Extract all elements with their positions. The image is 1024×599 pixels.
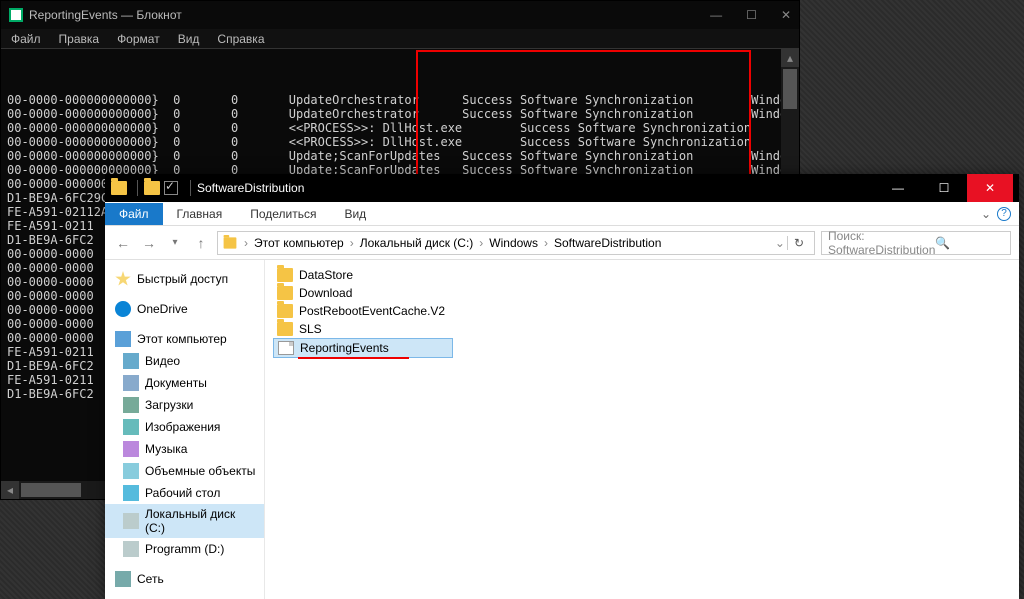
file-name: DataStore xyxy=(299,268,353,282)
explorer-ribbon: Файл Главная Поделиться Вид ⌄ ? xyxy=(105,202,1019,226)
file-name: Download xyxy=(299,286,352,300)
chevron-down-icon[interactable]: ⌄ xyxy=(775,236,785,250)
breadcrumb[interactable]: › Этот компьютер › Локальный диск (C:) ›… xyxy=(217,231,815,255)
separator xyxy=(190,180,191,196)
desktop-icon xyxy=(123,485,139,501)
minimize-button[interactable]: — xyxy=(710,8,722,22)
notepad-titlebar[interactable]: ReportingEvents — Блокнот — ☐ ✕ xyxy=(1,1,799,29)
image-icon xyxy=(123,419,139,435)
scroll-up-icon[interactable]: ▴ xyxy=(781,49,799,67)
download-icon xyxy=(123,397,139,413)
pc-icon xyxy=(115,331,131,347)
sidebar-item-3d[interactable]: Объемные объекты xyxy=(105,460,264,482)
sidebar-item-music[interactable]: Музыка xyxy=(105,438,264,460)
sidebar-item-desktop[interactable]: Рабочий стол xyxy=(105,482,264,504)
nav-back-button[interactable]: ← xyxy=(113,235,133,251)
minimize-button[interactable]: — xyxy=(875,174,921,202)
sidebar-item-downloads[interactable]: Загрузки xyxy=(105,394,264,416)
crumb-c[interactable]: Локальный диск (C:) xyxy=(356,236,478,250)
network-icon xyxy=(115,571,131,587)
close-button[interactable]: ✕ xyxy=(781,8,791,22)
log-line: 00-0000-000000000000} 0 0 Update;ScanFor… xyxy=(7,149,793,163)
menu-format[interactable]: Формат xyxy=(117,32,160,46)
help-icon[interactable]: ? xyxy=(997,207,1011,221)
folder-icon xyxy=(277,304,293,318)
folder-icon xyxy=(111,181,127,195)
sidebar-onedrive[interactable]: OneDrive xyxy=(105,298,264,320)
nav-up-button[interactable]: ↑ xyxy=(191,235,211,251)
menu-view[interactable]: Вид xyxy=(178,32,200,46)
ribbon-file[interactable]: Файл xyxy=(105,203,163,225)
explorer-content[interactable]: DataStore Download PostRebootEventCache.V2… xyxy=(265,260,1019,599)
search-placeholder: Поиск: SoftwareDistribution xyxy=(828,229,935,257)
sidebar-quick-access[interactable]: Быстрый доступ xyxy=(105,268,264,290)
properties-icon[interactable] xyxy=(164,181,178,195)
crumb-windows[interactable]: Windows xyxy=(485,236,542,250)
music-icon xyxy=(123,441,139,457)
sidebar-item-video[interactable]: Видео xyxy=(105,350,264,372)
nav-history-button[interactable]: ▾ xyxy=(165,237,185,248)
file-item[interactable]: ReportingEvents xyxy=(273,338,453,358)
folder-icon xyxy=(277,268,293,282)
ribbon-share[interactable]: Поделиться xyxy=(236,203,330,225)
sidebar-item-disk-d[interactable]: Programm (D:) xyxy=(105,538,264,560)
close-button[interactable]: ✕ xyxy=(967,174,1013,202)
scroll-left-icon[interactable]: ◂ xyxy=(1,481,19,499)
notepad-title-text: ReportingEvents — Блокнот xyxy=(29,8,182,22)
file-name: PostRebootEventCache.V2 xyxy=(299,304,445,318)
folder-icon xyxy=(277,286,293,300)
folder-icon[interactable] xyxy=(144,181,160,195)
folder-icon xyxy=(224,237,237,248)
explorer-navbar: ← → ▾ ↑ › Этот компьютер › Локальный дис… xyxy=(105,226,1019,260)
disk-icon xyxy=(123,513,139,529)
sidebar-item-disk-c[interactable]: Локальный диск (C:) xyxy=(105,504,264,538)
sidebar-item-documents[interactable]: Документы xyxy=(105,372,264,394)
folder-icon xyxy=(277,322,293,336)
ribbon-view[interactable]: Вид xyxy=(330,203,380,225)
crumb-sd[interactable]: SoftwareDistribution xyxy=(550,236,665,250)
cube-icon xyxy=(123,463,139,479)
nav-forward-button[interactable]: → xyxy=(139,235,159,251)
log-line: 00-0000-000000000000} 0 0 <<PROCESS>>: D… xyxy=(7,121,793,135)
file-name: ReportingEvents xyxy=(300,341,389,355)
search-icon: 🔍 xyxy=(935,236,1004,250)
ribbon-home[interactable]: Главная xyxy=(163,203,237,225)
cloud-icon xyxy=(115,301,131,317)
maximize-button[interactable]: ☐ xyxy=(921,174,967,202)
maximize-button[interactable]: ☐ xyxy=(746,8,757,22)
explorer-window: SoftwareDistribution — ☐ ✕ Файл Главная … xyxy=(105,174,1019,599)
file-name: SLS xyxy=(299,322,322,336)
video-icon xyxy=(123,353,139,369)
notepad-menubar: Файл Правка Формат Вид Справка xyxy=(1,29,799,49)
folder-item[interactable]: SLS xyxy=(273,320,1011,338)
star-icon xyxy=(115,271,131,287)
crumb-pc[interactable]: Этот компьютер xyxy=(250,236,348,250)
explorer-titlebar[interactable]: SoftwareDistribution — ☐ ✕ xyxy=(105,174,1019,202)
chevron-down-icon[interactable]: ⌄ xyxy=(981,207,991,221)
menu-file[interactable]: Файл xyxy=(11,32,41,46)
separator xyxy=(137,180,138,196)
disk-icon xyxy=(123,541,139,557)
sidebar-this-pc[interactable]: Этот компьютер xyxy=(105,328,264,350)
folder-item[interactable]: DataStore xyxy=(273,266,1011,284)
menu-help[interactable]: Справка xyxy=(217,32,264,46)
notepad-icon xyxy=(9,8,23,22)
explorer-sidebar: Быстрый доступ OneDrive Этот компьютер В… xyxy=(105,260,265,599)
log-line: 00-0000-000000000000} 0 0 UpdateOrchestr… xyxy=(7,107,793,121)
file-icon xyxy=(278,341,294,355)
log-line: 00-0000-000000000000} 0 0 <<PROCESS>>: D… xyxy=(7,135,793,149)
refresh-button[interactable]: ↻ xyxy=(787,236,810,250)
folder-item[interactable]: PostRebootEventCache.V2 xyxy=(273,302,1011,320)
sidebar-network[interactable]: Сеть xyxy=(105,568,264,590)
folder-item[interactable]: Download xyxy=(273,284,1011,302)
menu-edit[interactable]: Правка xyxy=(59,32,100,46)
log-line: 00-0000-000000000000} 0 0 UpdateOrchestr… xyxy=(7,93,793,107)
search-input[interactable]: Поиск: SoftwareDistribution 🔍 xyxy=(821,231,1011,255)
scroll-thumb[interactable] xyxy=(21,483,81,497)
document-icon xyxy=(123,375,139,391)
explorer-title-text: SoftwareDistribution xyxy=(197,181,304,195)
sidebar-item-images[interactable]: Изображения xyxy=(105,416,264,438)
scroll-thumb[interactable] xyxy=(783,69,797,109)
